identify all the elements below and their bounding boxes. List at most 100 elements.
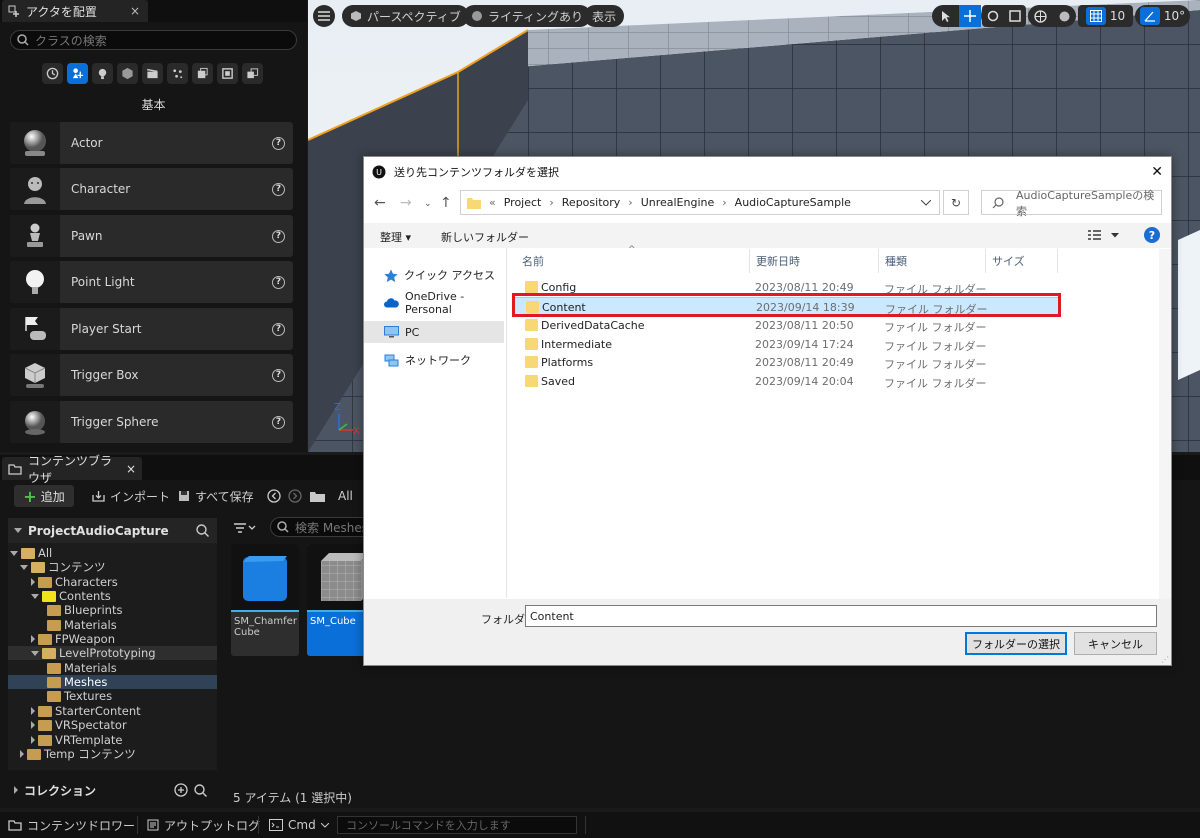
asset-search-input[interactable]: 検索 Meshes — [270, 517, 370, 537]
cinematic-icon[interactable] — [142, 63, 163, 84]
tree-item[interactable]: Materials — [40, 661, 117, 675]
console-command-input[interactable]: コンソールコマンドを入力します — [337, 816, 577, 834]
collapse-icon[interactable] — [31, 593, 39, 599]
tree-item[interactable]: Characters — [31, 575, 118, 589]
view-chevron-icon[interactable] — [1111, 233, 1119, 238]
all-classes-icon[interactable] — [217, 63, 238, 84]
recent-locations-chevron-icon[interactable]: ⌄ — [424, 199, 432, 209]
tree-item[interactable]: Contents — [31, 589, 111, 603]
filter-icon[interactable] — [234, 517, 258, 539]
collapse-icon[interactable] — [10, 550, 18, 556]
visual-effects-icon[interactable] — [167, 63, 188, 84]
help-icon[interactable]: ? — [272, 136, 285, 150]
add-collection-icon[interactable] — [174, 783, 188, 797]
help-icon[interactable]: ? — [272, 368, 285, 382]
scale-icon[interactable] — [1004, 10, 1026, 22]
expand-icon[interactable] — [31, 736, 35, 744]
actor-item-actor[interactable]: Actor ? — [10, 122, 293, 164]
folder-search-input[interactable]: AudioCaptureSampleの検索 — [981, 189, 1162, 218]
basic-category-icon[interactable] — [67, 63, 88, 84]
nav-onedrive[interactable]: OneDrive - Personal — [364, 290, 504, 316]
tree-item[interactable]: Temp コンテンツ — [20, 747, 136, 761]
content-browser-tab[interactable]: コンテンツブラウザ × — [2, 454, 142, 485]
actor-item-pawn[interactable]: Pawn ? — [10, 215, 293, 257]
lighting-button[interactable]: ライティングあり — [463, 5, 592, 27]
surface-snap-icon[interactable] — [1052, 10, 1076, 23]
select-folder-button[interactable]: フォルダーの選択 — [965, 632, 1067, 655]
close-icon[interactable]: × — [130, 4, 140, 18]
add-button[interactable]: + 追加 — [14, 485, 74, 507]
perspective-button[interactable]: パースペクティブ — [342, 5, 469, 27]
save-all-button[interactable]: すべて保存 — [178, 485, 254, 507]
cmd-dropdown[interactable]: Cmd — [269, 812, 329, 838]
collections-header[interactable]: コレクション — [8, 779, 217, 801]
path-all-breadcrumb[interactable]: All› — [310, 485, 369, 507]
back-arrow-icon[interactable]: ← — [374, 195, 386, 211]
breadcrumb-item[interactable]: Project — [504, 196, 542, 209]
tree-item[interactable]: Meshes — [40, 675, 107, 689]
shape-icon[interactable] — [117, 63, 138, 84]
tree-item[interactable]: FPWeapon — [31, 632, 115, 646]
collapse-icon[interactable] — [20, 564, 28, 570]
tree-item[interactable]: Textures — [40, 689, 112, 703]
close-icon[interactable]: ✕ — [1151, 164, 1163, 180]
actor-item-trigger-sphere[interactable]: Trigger Sphere ? — [10, 401, 293, 443]
tree-item[interactable]: コンテンツ — [20, 560, 106, 574]
rotation-snap[interactable]: 10° — [1135, 5, 1190, 27]
viewport-menu-icon[interactable] — [313, 5, 335, 27]
history-forward-icon[interactable] — [288, 485, 302, 507]
help-icon[interactable]: ? — [1144, 227, 1160, 243]
breadcrumb-overflow[interactable]: « — [489, 196, 496, 209]
tree-item[interactable]: All — [10, 546, 52, 560]
nav-pc[interactable]: PC — [364, 321, 504, 343]
grid-snap[interactable]: 10 — [1078, 5, 1133, 27]
breadcrumb-item[interactable]: Repository — [562, 196, 621, 209]
layers-icon[interactable] — [242, 63, 263, 84]
import-button[interactable]: インポート — [92, 485, 170, 507]
tree-item[interactable]: Materials — [40, 618, 117, 632]
move-icon[interactable] — [958, 5, 981, 27]
expand-icon[interactable] — [31, 707, 35, 715]
tree-item[interactable]: Blueprints — [40, 603, 122, 617]
volumes-icon[interactable] — [192, 63, 213, 84]
help-icon[interactable]: ? — [272, 229, 285, 243]
resize-grip-icon[interactable]: ⋰ — [1161, 655, 1169, 664]
tree-item[interactable]: VRTemplate — [31, 733, 123, 747]
expand-icon[interactable] — [31, 578, 35, 586]
globe-icon[interactable] — [1028, 9, 1052, 23]
breadcrumb-item[interactable]: UnrealEngine — [641, 196, 715, 209]
file-row[interactable]: DerivedDataCache 2023/08/11 20:50 ファイル フォル… — [512, 316, 1060, 335]
help-icon[interactable]: ? — [272, 182, 285, 196]
new-folder-button[interactable]: 新しいフォルダー — [441, 229, 529, 245]
column-date[interactable]: 更新日時 — [750, 249, 879, 273]
breadcrumb-item[interactable]: AudioCaptureSample — [735, 196, 851, 209]
asset-tile[interactable]: SM_Chamfer Cube — [231, 544, 299, 656]
search-icon[interactable] — [196, 524, 209, 537]
help-icon[interactable]: ? — [272, 415, 285, 429]
file-row[interactable]: Saved 2023/09/14 20:04 ファイル フォルダー — [512, 372, 1060, 391]
file-row[interactable]: Platforms 2023/08/11 20:49 ファイル フォルダー — [512, 353, 1060, 372]
class-search-input[interactable]: クラスの検索 — [10, 30, 297, 50]
show-button[interactable]: 表示 — [584, 5, 625, 27]
nav-quick-access[interactable]: クイック アクセス — [364, 264, 504, 286]
folder-name-input[interactable]: Content — [525, 605, 1157, 627]
chevron-down-icon[interactable] — [921, 199, 931, 206]
select-arrow-icon[interactable] — [934, 10, 959, 22]
tree-item[interactable]: StarterContent — [31, 704, 141, 718]
refresh-button[interactable]: ↻ — [943, 190, 969, 215]
expand-icon[interactable] — [20, 750, 24, 758]
tree-item[interactable]: VRSpectator — [31, 718, 127, 732]
help-icon[interactable]: ? — [272, 322, 285, 336]
actor-item-character[interactable]: Character ? — [10, 168, 293, 210]
history-back-icon[interactable] — [267, 485, 281, 507]
up-arrow-icon[interactable]: ↑ — [440, 195, 452, 211]
recent-icon[interactable] — [42, 63, 63, 84]
place-actors-tab[interactable]: アクタを配置 × — [2, 0, 148, 22]
column-type[interactable]: 種類 — [879, 249, 986, 273]
content-drawer-button[interactable]: コンテンツドロワー — [8, 812, 135, 838]
expand-icon[interactable] — [31, 635, 35, 643]
organize-menu[interactable]: 整理 ▾ — [380, 229, 411, 245]
actor-item-point-light[interactable]: Point Light ? — [10, 261, 293, 303]
file-row[interactable]: Intermediate 2023/09/14 17:24 ファイル フォルダー — [512, 335, 1060, 354]
column-size[interactable]: サイズ — [986, 249, 1058, 273]
